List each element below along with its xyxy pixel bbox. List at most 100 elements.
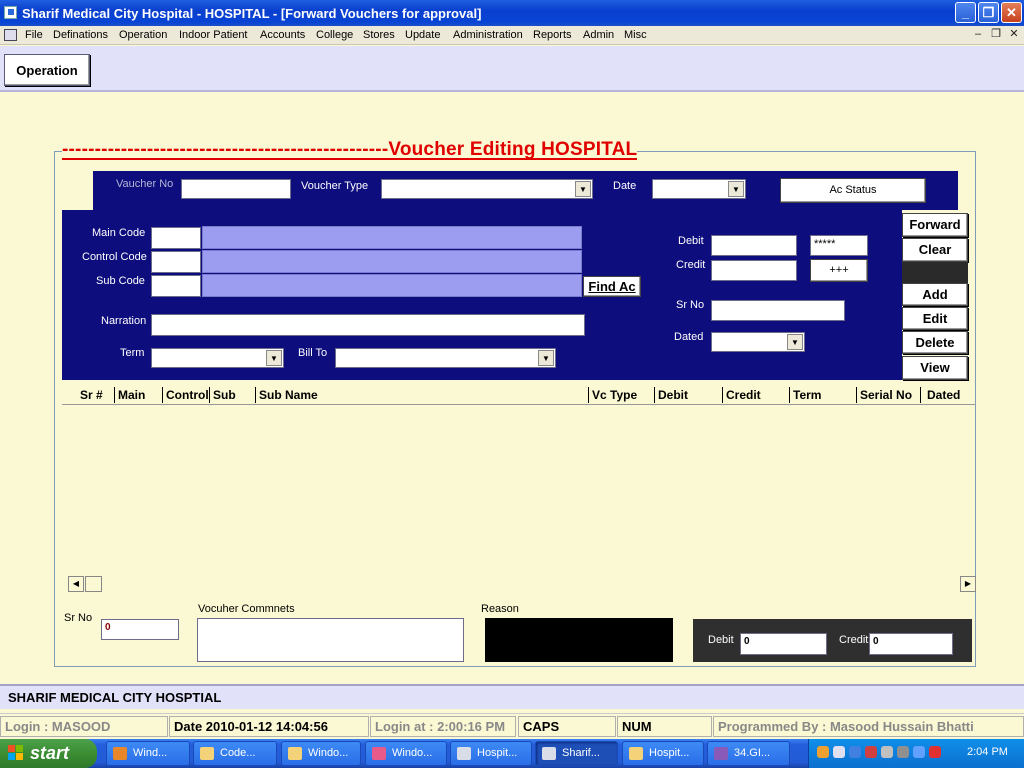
chevron-down-icon[interactable]: ▼ <box>266 350 282 366</box>
add-button[interactable]: Add <box>902 283 968 306</box>
hospital-name-bar: SHARIF MEDICAL CITY HOSPTIAL <box>0 684 1024 709</box>
control-code-input[interactable] <box>151 251 201 273</box>
minimize-button[interactable]: _ <box>955 2 976 23</box>
chevron-down-icon[interactable]: ▼ <box>575 181 591 197</box>
scroll-thumb[interactable] <box>85 576 102 592</box>
taskbar-button[interactable]: Hospit... <box>622 741 704 766</box>
menu-definations[interactable]: Definations <box>53 29 108 41</box>
credit-input[interactable] <box>711 260 797 281</box>
start-button[interactable]: start <box>0 739 97 768</box>
footer-sr-no-input[interactable]: 0 <box>101 619 179 640</box>
menu-stores[interactable]: Stores <box>363 29 395 41</box>
mdi-restore-button[interactable]: ❐ <box>988 27 1004 43</box>
column-dated[interactable]: Dated <box>927 388 960 402</box>
tray-icon-7[interactable] <box>913 746 925 758</box>
operation-button[interactable]: Operation <box>4 54 90 86</box>
shield-icon[interactable] <box>929 746 941 758</box>
menu-reports[interactable]: Reports <box>533 29 572 41</box>
menu-accounts[interactable]: Accounts <box>260 29 305 41</box>
taskbar-button[interactable]: Windo... <box>365 741 447 766</box>
tray-icon-1[interactable] <box>817 746 829 758</box>
close-button[interactable]: ✕ <box>1001 2 1022 23</box>
voucher-type-select[interactable]: ▼ <box>381 179 593 199</box>
separator <box>902 262 968 283</box>
scroll-left-icon[interactable]: ◀ <box>68 576 84 592</box>
chevron-down-icon[interactable]: ▼ <box>787 334 803 350</box>
clock[interactable]: 2:04 PM <box>967 746 1008 758</box>
column-term[interactable]: Term <box>793 388 821 402</box>
delete-button[interactable]: Delete <box>902 331 968 354</box>
menu-update[interactable]: Update <box>405 29 440 41</box>
debit-input[interactable] <box>711 235 797 256</box>
column-serial-no[interactable]: Serial No <box>860 388 912 402</box>
start-label: start <box>30 743 70 763</box>
edit-button[interactable]: Edit <box>902 307 968 330</box>
dated-value: 12-Jan-10 <box>715 335 765 347</box>
forward-button[interactable]: Forward <box>902 213 968 237</box>
narration-input[interactable] <box>151 314 585 336</box>
app-icon[interactable] <box>4 6 17 19</box>
document-icon[interactable] <box>4 29 17 41</box>
menu-admin[interactable]: Admin <box>583 29 614 41</box>
view-button[interactable]: View <box>902 356 968 380</box>
window-title: Sharif Medical City Hospital - HOSPITAL … <box>22 6 482 21</box>
password-field[interactable]: ***** <box>810 235 868 256</box>
menu-administration[interactable]: Administration <box>453 29 523 41</box>
sub-code-input[interactable] <box>151 275 201 297</box>
menu-indoor-patient[interactable]: Indoor Patient <box>179 29 248 41</box>
plus-button[interactable]: +++ <box>810 259 868 282</box>
taskbar-button-label: Hospit... <box>477 747 518 759</box>
messenger-icon[interactable] <box>881 746 893 758</box>
network-icon[interactable] <box>849 746 861 758</box>
column-vc-type[interactable]: Vc Type <box>592 388 637 402</box>
tray-icon-2[interactable] <box>833 746 845 758</box>
horizontal-scrollbar[interactable]: ◀ ▶ <box>68 576 976 592</box>
taskbar: start Wind... Code... Windo... Windo... Hosp… <box>0 739 1024 768</box>
app-icon <box>542 747 556 760</box>
term-select[interactable]: ▼ <box>151 348 284 368</box>
scroll-right-icon[interactable]: ▶ <box>960 576 976 592</box>
taskbar-button[interactable]: Wind... <box>106 741 190 766</box>
bill-to-select[interactable]: ▼ <box>335 348 556 368</box>
menu-misc[interactable]: Misc <box>624 29 647 41</box>
voucher-no-input[interactable] <box>181 179 291 199</box>
menu-file[interactable]: File <box>25 29 43 41</box>
mdi-minimize-button[interactable]: – <box>970 27 986 43</box>
toolbar <box>0 46 1024 92</box>
grid-header: Sr # Main Control Sub Sub Name Vc Type D… <box>62 386 976 405</box>
taskbar-button[interactable]: Code... <box>193 741 277 766</box>
clear-button[interactable]: Clear <box>902 238 968 262</box>
sub-code-name-field <box>202 274 582 297</box>
column-control[interactable]: Control <box>166 388 209 402</box>
column-main[interactable]: Main <box>118 388 145 402</box>
taskbar-button[interactable]: Hospit... <box>450 741 532 766</box>
column-sub[interactable]: Sub <box>213 388 236 402</box>
grid-body[interactable] <box>62 405 976 575</box>
chevron-down-icon[interactable]: ▼ <box>538 350 554 366</box>
comments-textarea[interactable] <box>197 618 464 662</box>
reason-field[interactable] <box>485 618 673 662</box>
column-sub-name[interactable]: Sub Name <box>259 388 318 402</box>
find-ac-button[interactable]: Find Ac <box>583 276 641 297</box>
taskbar-button[interactable]: Windo... <box>281 741 361 766</box>
mdi-close-button[interactable]: ✕ <box>1006 27 1022 43</box>
chevron-down-icon[interactable]: ▼ <box>728 181 744 197</box>
taskbar-button[interactable]: Sharif... <box>535 741 618 766</box>
menu-operation[interactable]: Operation <box>119 29 167 41</box>
sr-no-input[interactable] <box>711 300 845 321</box>
menu-college[interactable]: College <box>316 29 353 41</box>
taskbar-button[interactable]: 34.GI... <box>707 741 790 766</box>
folder-icon <box>629 747 643 760</box>
column-credit[interactable]: Credit <box>726 388 761 402</box>
ac-status-button[interactable]: Ac Status <box>780 178 926 203</box>
maximize-button[interactable]: ❐ <box>978 2 999 23</box>
column-sr[interactable]: Sr # <box>80 388 103 402</box>
main-code-input[interactable] <box>151 227 201 249</box>
date-picker[interactable]: 12-Jan-10 ▼ <box>652 179 746 199</box>
title-bar[interactable]: Sharif Medical City Hospital - HOSPITAL … <box>0 0 1024 26</box>
column-debit[interactable]: Debit <box>658 388 688 402</box>
tray-icon-6[interactable] <box>897 746 909 758</box>
dated-picker[interactable]: 12-Jan-10 ▼ <box>711 332 805 352</box>
tray-icon-4[interactable] <box>865 746 877 758</box>
status-programmed-by: Programmed By : Masood Hussain Bhatti <box>713 716 1024 737</box>
